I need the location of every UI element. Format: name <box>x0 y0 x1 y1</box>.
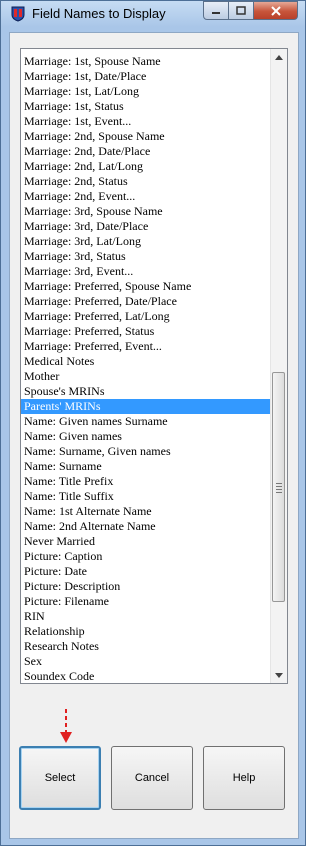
list-item[interactable]: Name: Title Prefix <box>21 474 272 489</box>
list-item-selected[interactable]: Parents' MRINs <box>21 399 272 414</box>
list-item[interactable]: RIN <box>21 609 272 624</box>
list-item[interactable]: Marriage: 2nd, Lat/Long <box>21 159 272 174</box>
list-item[interactable]: Marriage: Preferred, Status <box>21 324 272 339</box>
list-item[interactable]: Marriage: 2nd, Status <box>21 174 272 189</box>
field-names-list[interactable]: Marriage: 1st, Spouse Name Marriage: 1st,… <box>20 48 288 684</box>
list-item[interactable]: Marriage: Preferred, Spouse Name <box>21 279 272 294</box>
window-title: Field Names to Display <box>32 6 166 21</box>
close-icon <box>270 5 281 16</box>
list-item[interactable]: Picture: Date <box>21 564 272 579</box>
maximize-icon <box>236 6 246 15</box>
minimize-icon <box>212 11 220 14</box>
scroll-down-arrow-icon[interactable] <box>271 667 287 683</box>
list-item[interactable]: Name: Given names <box>21 429 272 444</box>
cancel-button-label: Cancel <box>134 772 170 784</box>
list-item[interactable]: Marriage: 3rd, Date/Place <box>21 219 272 234</box>
list-item[interactable]: Marriage: 3rd, Spouse Name <box>21 204 272 219</box>
list-item[interactable]: Name: Title Suffix <box>21 489 272 504</box>
list-item[interactable]: Marriage: Preferred, Lat/Long <box>21 309 272 324</box>
minimize-button[interactable] <box>203 1 229 20</box>
list-item[interactable]: Marriage: 3rd, Event... <box>21 264 272 279</box>
list-item[interactable]: Marriage: Preferred, Date/Place <box>21 294 272 309</box>
list-item[interactable]: Mother <box>21 369 272 384</box>
cancel-button[interactable]: Cancel <box>111 746 193 810</box>
list-item[interactable]: Name: 1st Alternate Name <box>21 504 272 519</box>
list-item[interactable]: Marriage: 1st, Date/Place <box>21 69 272 84</box>
list-item[interactable]: Name: Surname <box>21 459 272 474</box>
dialog-client-area: Marriage: 1st, Spouse Name Marriage: 1st,… <box>9 32 299 839</box>
scrollbar-grip-icon <box>276 483 282 495</box>
select-button-label: Select <box>44 772 76 784</box>
title-bar[interactable]: Field Names to Display <box>1 1 305 27</box>
scrollbar-thumb[interactable] <box>272 372 285 602</box>
help-button-label: Help <box>232 772 256 784</box>
list-item[interactable]: Never Married <box>21 534 272 549</box>
red-dashed-arrow-icon <box>60 709 72 743</box>
list-item[interactable]: Name: 2nd Alternate Name <box>21 519 272 534</box>
maximize-button[interactable] <box>229 1 254 20</box>
list-item[interactable]: Sex <box>21 654 272 669</box>
list-items-container: Marriage: 1st, Spouse Name Marriage: 1st,… <box>21 54 272 683</box>
list-item[interactable]: Name: Surname, Given names <box>21 444 272 459</box>
close-button[interactable] <box>254 1 298 20</box>
select-button[interactable]: Select <box>19 746 101 810</box>
list-item[interactable]: Marriage: 1st, Lat/Long <box>21 84 272 99</box>
list-item[interactable]: Marriage: 1st, Status <box>21 99 272 114</box>
list-item[interactable]: Medical Notes <box>21 354 272 369</box>
list-item[interactable]: Marriage: Preferred, Event... <box>21 339 272 354</box>
list-item[interactable]: Spouse's MRINs <box>21 384 272 399</box>
help-button[interactable]: Help <box>203 746 285 810</box>
list-item[interactable]: Marriage: 1st, Spouse Name <box>21 54 272 69</box>
list-item[interactable]: Name: Given names Surname <box>21 414 272 429</box>
list-item[interactable]: Marriage: 1st, Event... <box>21 114 272 129</box>
list-item[interactable]: Marriage: 2nd, Date/Place <box>21 144 272 159</box>
list-item[interactable]: Picture: Description <box>21 579 272 594</box>
list-item[interactable]: Marriage: 2nd, Spouse Name <box>21 129 272 144</box>
list-item[interactable]: Relationship <box>21 624 272 639</box>
list-item[interactable]: Marriage: 2nd, Event... <box>21 189 272 204</box>
scroll-up-arrow-icon[interactable] <box>271 49 287 65</box>
list-item[interactable]: Picture: Filename <box>21 594 272 609</box>
dialog-window: Field Names to Display Marriage: 1st, Sp… <box>0 0 306 846</box>
list-item[interactable]: Marriage: 3rd, Lat/Long <box>21 234 272 249</box>
vertical-scrollbar[interactable] <box>270 49 287 683</box>
list-item[interactable]: Soundex Code <box>21 669 272 683</box>
list-item[interactable]: Marriage: 3rd, Status <box>21 249 272 264</box>
list-item[interactable]: Picture: Caption <box>21 549 272 564</box>
app-shield-icon <box>10 6 26 22</box>
list-item[interactable]: Research Notes <box>21 639 272 654</box>
